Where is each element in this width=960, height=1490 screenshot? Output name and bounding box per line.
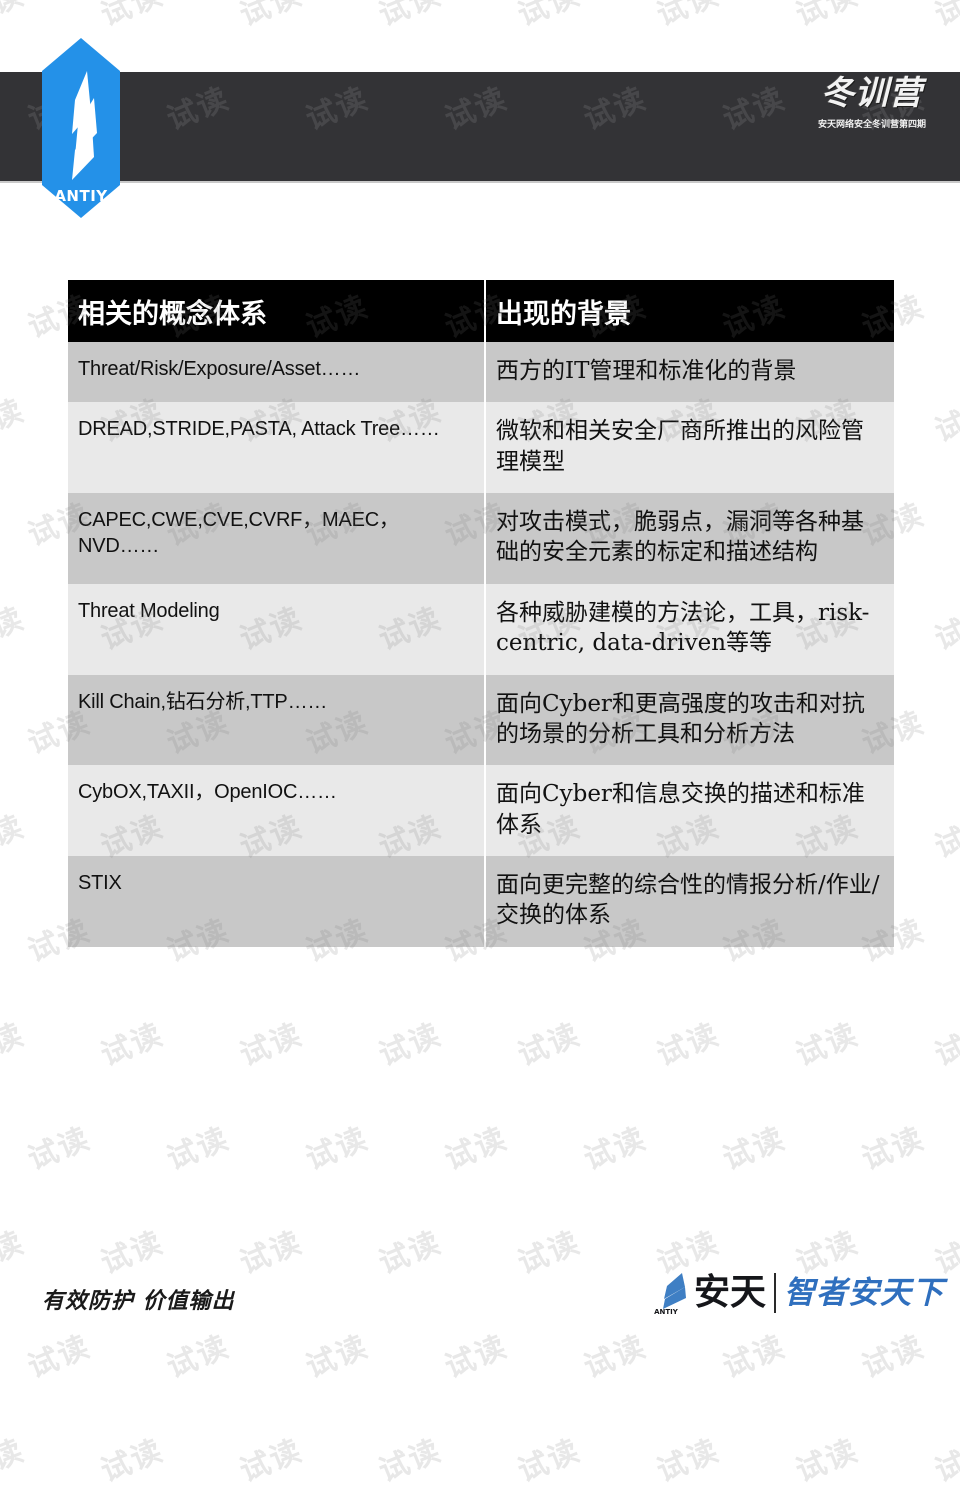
watermark-text: 试读 — [374, 0, 447, 34]
watermark-text: 试读 — [0, 809, 30, 866]
watermark-text: 试读 — [0, 1433, 30, 1490]
watermark-text: 试读 — [857, 1121, 930, 1178]
table-row: Threat Modeling 各种威胁建模的方法论，工具，risk-centr… — [68, 583, 894, 675]
table-row: CAPEC,CWE,CVE,CVRF，MAEC，NVD…… 对攻击模式，脆弱点，… — [68, 493, 894, 584]
footer-brand-name: 安天 — [693, 1272, 766, 1313]
footer-brand: ANTIY 安天 智者安天下 — [652, 1266, 944, 1320]
table-row: Threat/Risk/Exposure/Asset…… 西方的IT管理和标准化… — [68, 342, 894, 403]
watermark-text: 试读 — [652, 1017, 725, 1074]
watermark-text: 试读 — [652, 0, 725, 34]
watermark-text: 试读 — [440, 1121, 513, 1178]
watermark-text: 试读 — [440, 1329, 513, 1386]
cell-background: 对攻击模式，脆弱点，漏洞等各种基础的安全元素的标定和描述结构 — [484, 493, 894, 584]
table-row: DREAD,STRIDE,PASTA, Attack Tree…… 微软和相关安… — [68, 402, 894, 494]
cell-background: 面向更完整的综合性的情报分析/作业/交换的体系 — [484, 855, 894, 947]
cell-concept: Threat/Risk/Exposure/Asset…… — [68, 342, 485, 403]
watermark-text: 试读 — [930, 185, 960, 242]
watermark-text: 试读 — [96, 1225, 169, 1282]
course-subtitle: 安天网络安全冬训营第四期 — [817, 119, 926, 130]
watermark-text: 试读 — [235, 1225, 308, 1282]
cell-background: 微软和相关安全厂商所推出的风险管理模型 — [484, 402, 894, 494]
cell-concept: Kill Chain,钻石分析,TTP…… — [68, 674, 485, 766]
cell-background: 面向Cyber和信息交换的描述和标准体系 — [484, 765, 894, 856]
watermark-text: 试读 — [652, 1433, 725, 1490]
table-row: STIX 面向更完整的综合性的情报分析/作业/交换的体系 — [68, 855, 894, 947]
footer-tagline: 智者安天下 — [784, 1274, 944, 1311]
table-row: CybOX,TAXII，OpenIOC…… 面向Cyber和信息交换的描述和标准… — [68, 765, 894, 856]
watermark-text: 试读 — [652, 185, 725, 242]
watermark-text: 试读 — [96, 0, 169, 34]
watermark-text: 试读 — [0, 1225, 30, 1282]
watermark-text: 试读 — [235, 1017, 308, 1074]
cell-concept: CybOX,TAXII，OpenIOC…… — [68, 765, 485, 856]
watermark-text: 试读 — [374, 1433, 447, 1490]
watermark-text: 试读 — [718, 1329, 791, 1386]
watermark-text: 试读 — [930, 601, 960, 658]
watermark-text: 试读 — [930, 1433, 960, 1490]
footer-divider — [774, 1273, 776, 1313]
course-banner: 冬训营 安天网络安全冬训营第四期 — [802, 73, 942, 176]
watermark-text: 试读 — [791, 1017, 864, 1074]
header-divider-rule — [0, 181, 960, 183]
footer-slogan: 有效防护 价值输出 — [42, 1288, 235, 1314]
cell-background: 面向Cyber和更高强度的攻击和对抗的场景的分析工具和分析方法 — [484, 674, 894, 766]
course-title: 冬训营 — [821, 73, 923, 112]
cell-concept: Threat Modeling — [68, 583, 485, 675]
cell-concept: CAPEC,CWE,CVE,CVRF，MAEC，NVD…… — [68, 493, 485, 584]
watermark-text: 试读 — [301, 1329, 374, 1386]
svg-text:ANTIY: ANTIY — [54, 187, 108, 205]
watermark-text: 试读 — [513, 1433, 586, 1490]
cell-background: 各种威胁建模的方法论，工具，risk-centric, data-driven等… — [484, 583, 894, 675]
watermark-text: 试读 — [235, 0, 308, 34]
watermark-text: 试读 — [0, 185, 30, 242]
watermark-text: 试读 — [513, 1225, 586, 1282]
watermark-text: 试读 — [930, 1017, 960, 1074]
watermark-text: 试读 — [162, 1329, 235, 1386]
watermark-text: 试读 — [513, 0, 586, 34]
watermark-text: 试读 — [791, 185, 864, 242]
watermark-text: 试读 — [0, 1017, 30, 1074]
watermark-text: 试读 — [579, 1121, 652, 1178]
antiy-feather-icon: ANTIY — [654, 1273, 686, 1315]
watermark-text: 试读 — [930, 809, 960, 866]
watermark-text: 试读 — [96, 1433, 169, 1490]
watermark-text: 试读 — [235, 1433, 308, 1490]
watermark-text: 试读 — [162, 1121, 235, 1178]
column-header-background: 出现的背景 — [484, 280, 894, 342]
watermark-text: 试读 — [718, 1121, 791, 1178]
watermark-text: 试读 — [374, 1225, 447, 1282]
watermark-text: 试读 — [513, 1017, 586, 1074]
watermark-text: 试读 — [23, 1121, 96, 1178]
antiy-logo: ANTIY — [42, 38, 120, 218]
watermark-text: 试读 — [23, 1329, 96, 1386]
watermark-text: 试读 — [96, 1017, 169, 1074]
watermark-text: 试读 — [791, 1433, 864, 1490]
watermark-text: 试读 — [0, 393, 30, 450]
watermark-text: 试读 — [513, 185, 586, 242]
watermark-text: 试读 — [930, 0, 960, 34]
table-body: Threat/Risk/Exposure/Asset…… 西方的IT管理和标准化… — [68, 342, 894, 947]
watermark-text: 试读 — [791, 0, 864, 34]
table-row: Kill Chain,钻石分析,TTP…… 面向Cyber和更高强度的攻击和对抗… — [68, 674, 894, 766]
watermark-text: 试读 — [301, 1121, 374, 1178]
watermark-text: 试读 — [374, 185, 447, 242]
column-header-concept: 相关的概念体系 — [68, 280, 485, 342]
concept-systems-table: 相关的概念体系 出现的背景 Threat/Risk/Exposure/Asset… — [68, 280, 894, 947]
table-header-row: 相关的概念体系 出现的背景 — [68, 280, 894, 342]
watermark-text: 试读 — [0, 0, 30, 34]
cell-concept: STIX — [68, 855, 485, 947]
watermark-text: 试读 — [857, 1329, 930, 1386]
watermark-text: 试读 — [0, 601, 30, 658]
watermark-text: 试读 — [579, 1329, 652, 1386]
watermark-text: 试读 — [930, 393, 960, 450]
watermark-text: 试读 — [374, 1017, 447, 1074]
cell-concept: DREAD,STRIDE,PASTA, Attack Tree…… — [68, 402, 485, 494]
watermark-text: 试读 — [235, 185, 308, 242]
svg-text:ANTIY: ANTIY — [654, 1308, 679, 1315]
cell-background: 西方的IT管理和标准化的背景 — [484, 342, 894, 403]
